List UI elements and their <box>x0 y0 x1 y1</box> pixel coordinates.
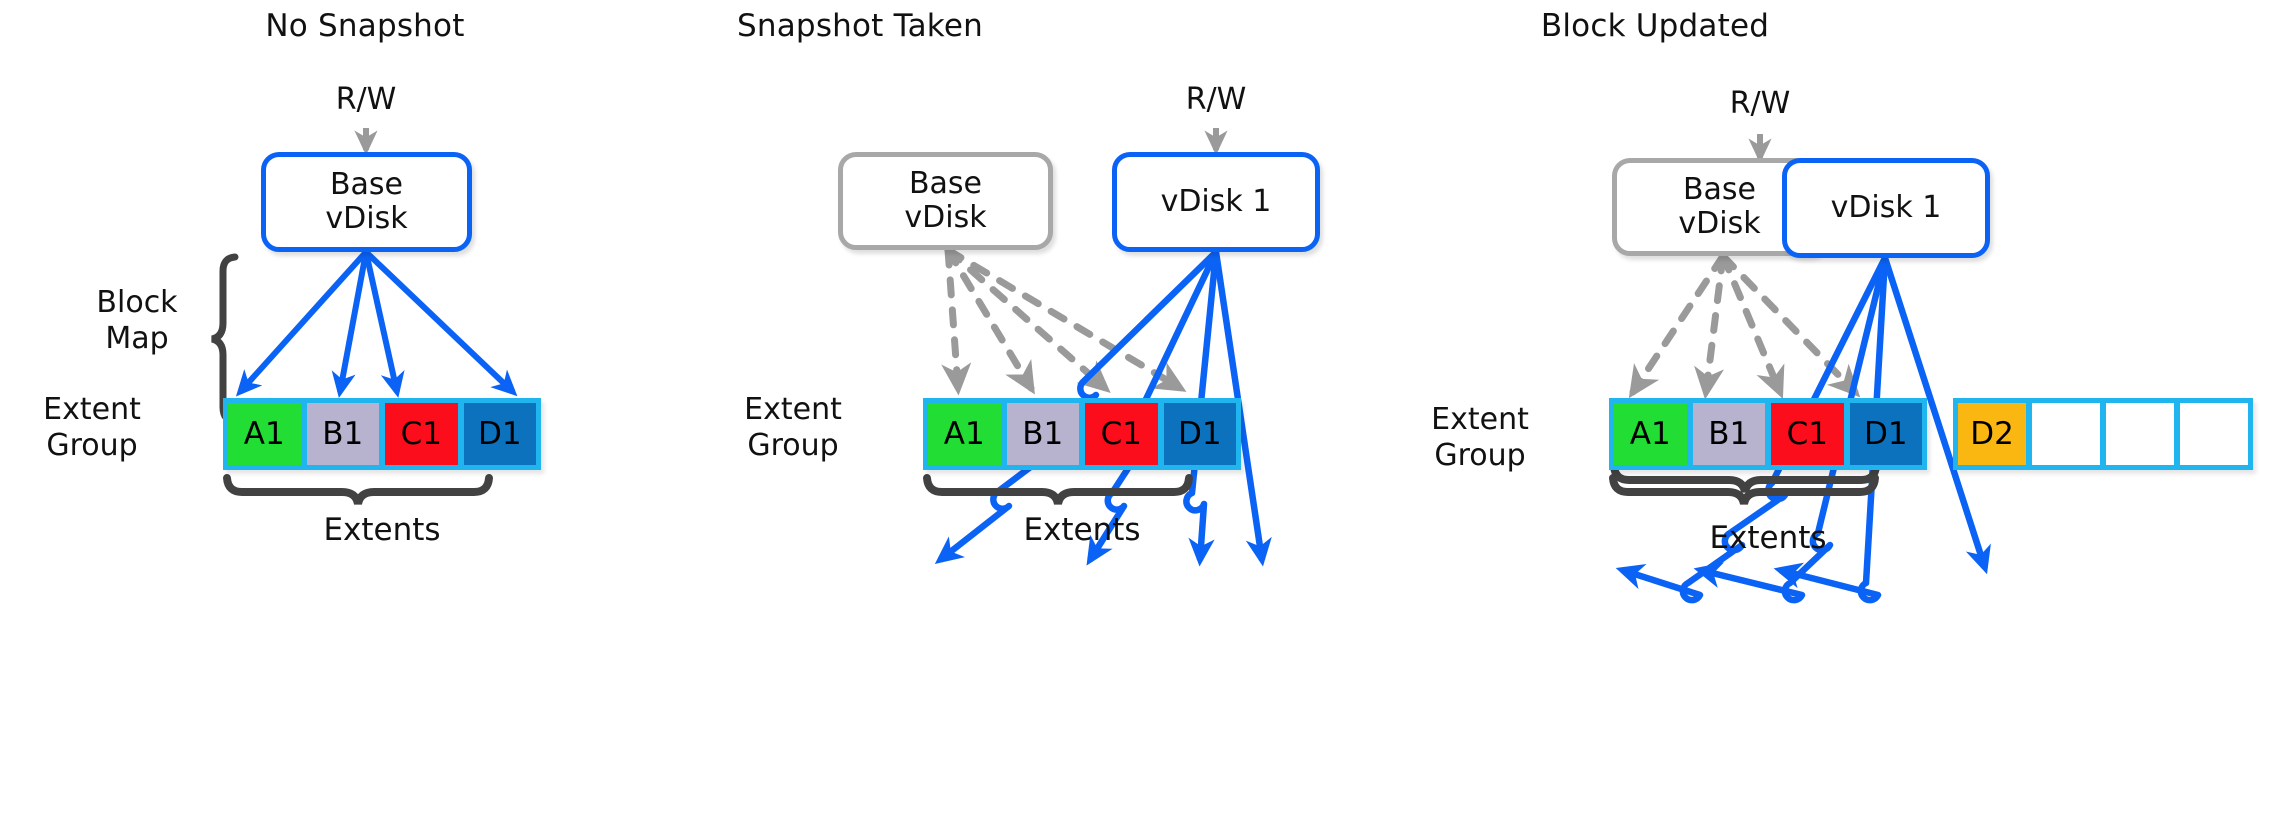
vdisk-base-panel1[interactable]: Base vDisk <box>261 152 472 252</box>
extent-group-label-panel1: Extent Group <box>43 392 141 463</box>
vdisk-base-panel3-label: Base vDisk <box>1678 172 1761 241</box>
extent-group-panel2-1: A1 B1 C1 D1 <box>923 398 1241 470</box>
blockmap-arrows-panel1 <box>235 249 518 398</box>
panel-title-2: Snapshot Taken <box>737 8 983 44</box>
extent-cell[interactable]: D1 <box>1163 403 1236 465</box>
extent-cell-label: A1 <box>943 416 985 452</box>
vdisk-base-panel2-label: Base vDisk <box>904 166 987 235</box>
extent-cell-label: A1 <box>243 416 285 452</box>
extent-group-label-panel2: Extent Group <box>744 392 842 463</box>
extents-brace-panel1 <box>223 474 493 505</box>
extent-cell-label: C1 <box>400 416 442 452</box>
basedisk-dashed-arrows-panel3 <box>1628 252 1861 400</box>
vdisk-1-panel3[interactable]: vDisk 1 <box>1782 158 1990 258</box>
vdisk-1-panel3-label: vDisk 1 <box>1830 190 1942 226</box>
panel-title-3: Block Updated <box>1540 8 1770 44</box>
panel-title-1: No Snapshot <box>265 8 465 44</box>
extents-label-panel3: Extents <box>1709 520 1827 556</box>
diagram-canvas: No Snapshot R/W Base vDisk Block Map Ext… <box>0 0 2276 825</box>
extents-label-panel2: Extents <box>1023 512 1141 548</box>
extent-cell[interactable]: B1 <box>1006 403 1079 465</box>
extent-group-label-panel3: Extent Group <box>1431 402 1529 473</box>
extent-cell-label: B1 <box>1022 416 1064 452</box>
extent-cell-label: C1 <box>1100 416 1142 452</box>
extent-cell[interactable]: C1 <box>1771 403 1844 465</box>
extent-cell[interactable] <box>2180 403 2248 465</box>
extent-cell[interactable]: C1 <box>1085 403 1158 465</box>
extent-cell[interactable] <box>2032 403 2100 465</box>
extents-brace-panel2 <box>923 474 1193 505</box>
extent-cell[interactable]: B1 <box>1692 403 1765 465</box>
extent-cell[interactable]: A1 <box>228 403 301 465</box>
rw-label-panel2: R/W <box>1185 82 1247 117</box>
extent-cell-label: B1 <box>1708 416 1750 452</box>
extent-cell-label: D1 <box>1863 416 1908 452</box>
extent-cell-label: D1 <box>477 416 522 452</box>
extent-cell[interactable]: D2 <box>1958 403 2026 465</box>
extent-cell-label: D2 <box>1970 416 2014 452</box>
extent-group-panel1-1: A1 B1 C1 D1 <box>223 398 541 470</box>
extent-cell-label: D1 <box>1177 416 1222 452</box>
extent-cell[interactable]: D1 <box>1849 403 1922 465</box>
extent-cell[interactable]: B1 <box>306 403 379 465</box>
extent-cell[interactable]: A1 <box>1614 403 1687 465</box>
block-map-label-panel1: Block Map <box>96 285 178 356</box>
vdisk-base-panel2[interactable]: Base vDisk <box>838 152 1053 250</box>
rw-label-panel1: R/W <box>335 82 397 117</box>
vdisk-base-panel1-label: Base vDisk <box>325 167 408 236</box>
vdisk-1-panel2-label: vDisk 1 <box>1160 184 1272 220</box>
extents-label-panel1: Extents <box>323 512 441 548</box>
extent-cell[interactable]: A1 <box>928 403 1001 465</box>
extent-group-panel3-2: D2 <box>1953 398 2253 470</box>
extent-group-panel3-1: A1 B1 C1 D1 <box>1609 398 1927 470</box>
vdisk-1-panel2[interactable]: vDisk 1 <box>1112 152 1320 252</box>
extent-cell-label: C1 <box>1786 416 1828 452</box>
extent-cell-label: B1 <box>322 416 364 452</box>
rw-label-panel3: R/W <box>1729 86 1791 121</box>
extent-cell[interactable] <box>2106 403 2174 465</box>
extent-cell[interactable]: C1 <box>385 403 458 465</box>
extent-cell-label: A1 <box>1629 416 1671 452</box>
extent-cell[interactable]: D1 <box>463 403 536 465</box>
